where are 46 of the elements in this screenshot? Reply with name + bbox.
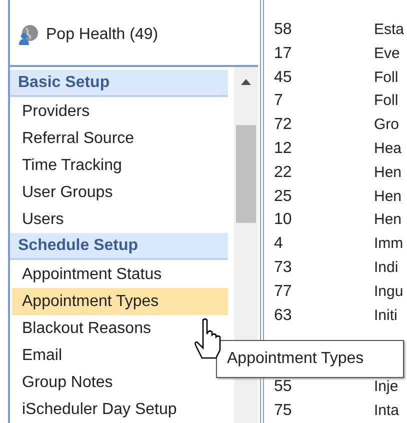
table-cell-text: 73 <box>273 258 293 278</box>
table-cell-text: Ingu <box>374 282 404 302</box>
globe-person-icon <box>18 24 40 46</box>
menu-item[interactable]: Providers <box>12 98 228 125</box>
section-header: Schedule Setup <box>10 233 228 260</box>
table-cell-text: 17 <box>273 44 293 64</box>
menu-item[interactable]: iScheduler Day Setup <box>12 396 228 423</box>
table-cell-text: 4 <box>273 234 284 254</box>
table-cell-text: Imm <box>374 234 404 254</box>
table-cell-text: Esta <box>374 20 404 40</box>
table-cell-text: Inta <box>374 400 400 421</box>
table-cell-text: Hen <box>374 210 402 230</box>
table-cell-text: Foll <box>374 68 398 88</box>
table-cell-text: Inje <box>374 376 398 397</box>
table-cell-text: Hea <box>374 138 402 159</box>
table-cell-text: 25 <box>273 186 293 207</box>
table-cell-text: 75 <box>273 400 293 421</box>
menu-item[interactable]: Time Tracking <box>12 152 228 179</box>
menu-item[interactable]: Referral Source <box>12 125 228 152</box>
table-cell-text: Initi <box>374 306 398 326</box>
table-cell-text: 63 <box>273 306 293 326</box>
table-cell-text: 22 <box>273 162 293 183</box>
table-cell-text: 77 <box>273 282 293 302</box>
table-cell-text: 55 <box>273 376 293 397</box>
section-header: Basic Setup <box>10 70 228 97</box>
table-cell-text: 58 <box>273 20 293 40</box>
table-cell-text: 7 <box>273 91 284 112</box>
table-cell-text: Foll <box>374 91 398 112</box>
table-cell-text: 10 <box>273 210 293 230</box>
table-cell-text: Indi <box>374 258 398 278</box>
menu-item[interactable]: Appointment Status <box>12 261 228 288</box>
menu-item[interactable]: User Groups <box>12 179 228 206</box>
group-link[interactable]: Pop Health (49) <box>46 26 158 44</box>
menu-item[interactable]: Users <box>12 206 228 233</box>
scroll-up-arrow-icon[interactable] <box>241 79 251 85</box>
menu-item[interactable]: Blackout Reasons <box>12 315 228 342</box>
table-cell-text: 72 <box>273 115 293 136</box>
table-cell-text: Gro <box>374 115 400 136</box>
table-cell-text: 45 <box>273 68 293 88</box>
scrollbar-thumb[interactable] <box>236 125 256 223</box>
menu-item[interactable]: Appointment Types <box>12 288 228 315</box>
table-cell-text: Hen <box>374 162 402 183</box>
table-cell-text: Eve <box>374 44 400 64</box>
table-cell-text: 12 <box>273 138 293 159</box>
tooltip: Appointment Types <box>216 340 404 378</box>
table-cell-text: Hen <box>374 186 402 207</box>
